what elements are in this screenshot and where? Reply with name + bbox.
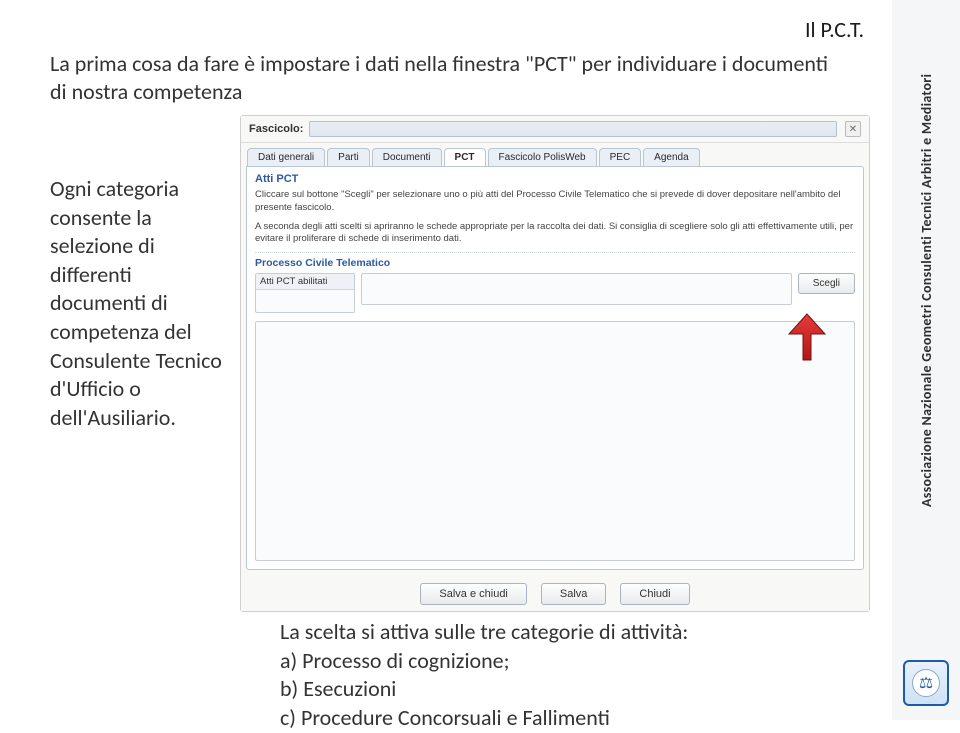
footer-text: La scelta si attiva sulle tre categorie … [280,618,800,732]
tab-agenda[interactable]: Agenda [643,148,699,166]
hint-1: Cliccare sul bottone "Scegli" per selezi… [255,189,855,215]
close-button[interactable]: Chiudi [620,583,689,605]
fascicolo-field[interactable] [309,121,837,137]
intro-paragraph: La prima cosa da fare è impostare i dati… [50,50,830,105]
hint-2: A seconda degli atti scelti si apriranno… [255,221,855,247]
left-description: Ogni categoria consente la selezione di … [50,115,230,432]
right-sidebar: Associazione Nazionale Geometri Consulen… [892,0,960,720]
detail-panel [255,321,855,561]
atti-abilitati-panel: Atti PCT abilitati [255,273,355,313]
group-atti-label: Atti PCT [255,173,855,185]
footer-line-4: c) Procedure Concorsuali e Fallimenti [280,704,800,733]
window-header: Fascicolo: ✕ [241,116,869,143]
group-processo-label: Processo Civile Telematico [255,252,855,269]
atti-abilitati-header: Atti PCT abilitati [256,274,354,290]
org-name: Associazione Nazionale Geometri Consulen… [918,20,935,560]
tab-parti[interactable]: Parti [327,148,370,166]
tab-polisweb[interactable]: Fascicolo PolisWeb [488,148,597,166]
fascicolo-label: Fascicolo: [249,123,303,135]
footer-line-3: b) Esecuzioni [280,675,800,704]
scales-icon: ⚖ [912,669,940,697]
tab-pct[interactable]: PCT [444,148,486,166]
button-row: Salva e chiudi Salva Chiudi [241,575,869,611]
tab-pec[interactable]: PEC [599,148,642,166]
tab-dati-generali[interactable]: Dati generali [247,148,325,166]
app-window: Fascicolo: ✕ Dati generali Parti Documen… [240,115,870,612]
save-button[interactable]: Salva [541,583,607,605]
footer-line-2: a) Processo di cognizione; [280,647,800,676]
tab-body: Atti PCT Cliccare sul bottone "Scegli" p… [246,166,864,570]
atti-selection-panel [361,273,792,305]
page-title: Il P.C.T. [805,16,864,43]
tab-documenti[interactable]: Documenti [372,148,442,166]
footer-line-1: La scelta si attiva sulle tre categorie … [280,618,800,647]
org-logo: ⚖ [903,660,949,706]
scegli-button[interactable]: Scegli [798,273,855,294]
close-icon[interactable]: ✕ [845,121,861,137]
save-close-button[interactable]: Salva e chiudi [420,583,527,605]
tab-bar: Dati generali Parti Documenti PCT Fascic… [241,143,869,166]
